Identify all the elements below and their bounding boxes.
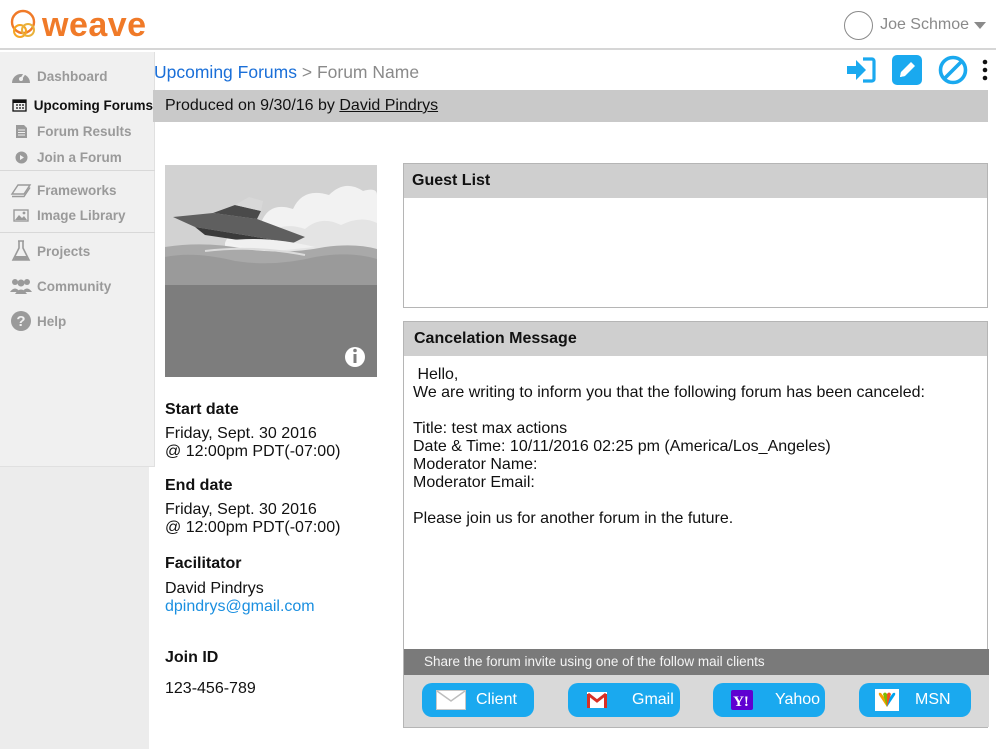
msn-button[interactable]: MSN <box>859 683 971 717</box>
weave-logo-icon <box>10 9 36 38</box>
gmail-icon <box>586 690 608 710</box>
client-mail-button[interactable]: Client <box>422 683 534 717</box>
share-instructions: Share the forum invite using one of the … <box>404 649 989 675</box>
gmail-label: Gmail <box>632 691 674 708</box>
sidebar-item-upcoming-forums[interactable]: Upcoming Forums <box>0 93 153 117</box>
sidebar-item-label: Community <box>37 278 112 294</box>
join-id-value: 123-456-789 <box>165 680 256 697</box>
sidebar-item-label: Help <box>37 313 67 329</box>
sidebar-item-label: Image Library <box>37 207 126 223</box>
cancel-icon[interactable] <box>938 55 968 85</box>
start-date-line1: Friday, Sept. 30 2016 <box>165 425 317 442</box>
yahoo-button[interactable]: Y! Yahoo <box>713 683 825 717</box>
sign-in-icon[interactable] <box>845 56 877 84</box>
sidebar-divider <box>0 170 155 171</box>
avatar[interactable] <box>844 10 874 40</box>
mail-client-buttons: Client Gmail Y! Yahoo MSN <box>404 675 989 727</box>
start-date-label: Start date <box>165 401 239 418</box>
sidebar-item-join-forum[interactable]: Join a Forum <box>0 145 153 169</box>
guest-list-panel: Guest List <box>403 163 988 308</box>
gmail-button[interactable]: Gmail <box>568 683 680 717</box>
breadcrumb: Upcoming Forums > Forum Name <box>154 62 419 83</box>
more-vertical-icon[interactable] <box>982 59 988 81</box>
user-name[interactable]: Joe Schmoe <box>880 16 969 34</box>
client-mail-label: Client <box>476 691 517 708</box>
cancelation-message-panel: Cancelation Message Hello, We are writin… <box>403 321 989 728</box>
sidebar-item-label: Dashboard <box>37 68 108 84</box>
cancelation-message-body[interactable]: Hello, We are writing to inform you that… <box>413 366 925 528</box>
question-icon: ? <box>8 310 34 332</box>
weave-logo[interactable]: weave <box>10 6 147 44</box>
top-bar: weave Joe Schmoe <box>0 0 996 50</box>
end-date-line1: Friday, Sept. 30 2016 <box>165 501 317 518</box>
forum-image <box>165 165 377 377</box>
play-circle-icon <box>8 151 34 164</box>
author-link[interactable]: David Pindrys <box>339 97 438 114</box>
brand-name: weave <box>42 6 147 44</box>
yahoo-label: Yahoo <box>775 691 821 708</box>
user-menu[interactable]: Joe Schmoe <box>844 10 986 40</box>
document-icon <box>8 124 34 139</box>
sidebar-item-label: Upcoming Forums <box>33 97 153 113</box>
msn-icon <box>875 689 899 711</box>
produced-text: Produced on 9/30/16 by <box>165 97 335 114</box>
facilitator-email-link[interactable]: dpindrys@gmail.com <box>165 598 315 616</box>
image-icon <box>8 208 34 222</box>
end-date-label: End date <box>165 477 233 494</box>
flask-icon <box>8 240 34 262</box>
sidebar-divider <box>0 232 155 233</box>
calendar-icon <box>8 98 31 112</box>
breadcrumb-separator: > <box>301 62 313 82</box>
produced-by-bar: Produced on 9/30/16 by David Pindrys <box>153 90 988 122</box>
sidebar-item-label: Forum Results <box>37 123 132 139</box>
sidebar-item-projects[interactable]: Projects <box>0 239 153 263</box>
people-icon <box>8 277 34 295</box>
join-id-label: Join ID <box>165 649 219 666</box>
forum-actions <box>845 54 988 86</box>
layers-icon <box>8 182 34 198</box>
sidebar-item-dashboard[interactable]: Dashboard <box>0 64 153 88</box>
speedboat-image <box>165 165 377 377</box>
edit-icon[interactable] <box>892 55 922 85</box>
chevron-down-icon[interactable] <box>974 21 986 29</box>
svg-text:?: ? <box>16 313 25 330</box>
guest-list-title: Guest List <box>404 164 987 198</box>
msn-label: MSN <box>915 691 951 708</box>
breadcrumb-current: Forum Name <box>316 62 420 82</box>
cancelation-message-title: Cancelation Message <box>404 322 987 356</box>
svg-text:Y!: Y! <box>733 694 749 710</box>
envelope-icon <box>436 690 466 710</box>
sidebar-item-forum-results[interactable]: Forum Results <box>0 119 153 143</box>
sidebar-item-community[interactable]: Community <box>0 274 153 298</box>
sidebar-item-label: Projects <box>37 243 91 259</box>
start-date-line2: @ 12:00pm PDT(-07:00) <box>165 443 341 460</box>
sidebar-nav: Dashboard Upcoming Forums Forum Results … <box>0 52 155 467</box>
sidebar-item-label: Join a Forum <box>37 149 122 165</box>
facilitator-label: Facilitator <box>165 555 242 572</box>
facilitator-name: David Pindrys <box>165 580 264 597</box>
yahoo-icon: Y! <box>731 690 753 710</box>
sidebar-item-frameworks[interactable]: Frameworks <box>0 178 153 202</box>
sidebar-item-help[interactable]: ? Help <box>0 309 153 333</box>
sidebar-item-label: Frameworks <box>37 182 117 198</box>
sidebar: Dashboard Upcoming Forums Forum Results … <box>0 52 155 749</box>
end-date-line2: @ 12:00pm PDT(-07:00) <box>165 519 341 536</box>
breadcrumb-parent-link[interactable]: Upcoming Forums <box>154 62 297 82</box>
gauge-icon <box>8 67 34 85</box>
sidebar-item-image-library[interactable]: Image Library <box>0 203 153 227</box>
